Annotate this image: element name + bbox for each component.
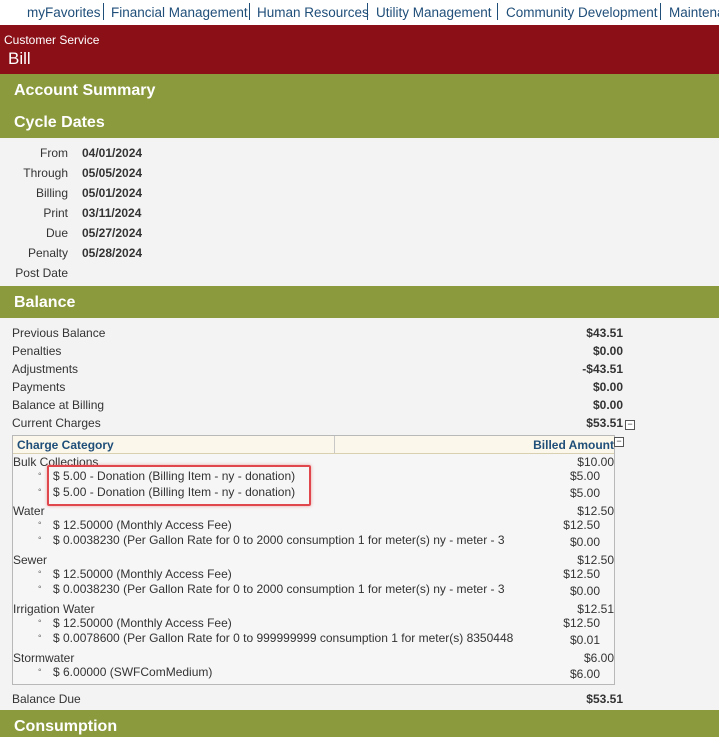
- cycle-from-label: From: [40, 146, 68, 160]
- section-title: Cycle Dates: [14, 114, 105, 131]
- section-cycle-dates[interactable]: Cycle Dates: [0, 106, 719, 138]
- adjustments-value: -$43.51: [582, 362, 623, 376]
- charges-table: Charge Category Billed Amount Bulk Colle…: [12, 435, 615, 685]
- charge-item-amount: $0.01: [569, 633, 600, 647]
- cycle-due-label: Due: [45, 226, 68, 240]
- current-charges-value: $53.51: [586, 416, 623, 430]
- charge-item-amount: $0.00: [569, 584, 600, 598]
- balance-at-billing-label: Balance at Billing: [12, 398, 105, 412]
- charge-item: $ 0.0038230 (Per Gallon Rate for 0 to 20…: [38, 582, 505, 596]
- penalties-value: $0.00: [592, 344, 623, 358]
- column-divider: [334, 436, 335, 453]
- section-balance[interactable]: Balance: [0, 286, 719, 318]
- cycle-penalty-value: 05/28/2024: [82, 246, 143, 260]
- charge-category-header[interactable]: Charge Category: [17, 438, 114, 452]
- charge-item-amount: $6.00: [569, 667, 600, 681]
- charge-item-amount: $5.00: [569, 486, 600, 500]
- payments-label: Payments: [12, 380, 66, 394]
- charge-item: $ 12.50000 (Monthly Access Fee): [38, 567, 232, 581]
- charge-item-amount: $12.50: [563, 616, 600, 630]
- charge-item: $ 0.0038230 (Per Gallon Rate for 0 to 20…: [38, 533, 505, 547]
- page-banner: Customer Service Bill: [0, 25, 719, 74]
- current-charges-label: Current Charges: [12, 416, 101, 430]
- category-amount: $12.51: [577, 602, 614, 616]
- section-title: Consumption: [14, 718, 118, 735]
- category-amount: $12.50: [577, 553, 614, 567]
- balance-due-label: Balance Due: [12, 692, 81, 706]
- balance-due-value: $53.51: [586, 692, 623, 706]
- nav-separator: [103, 3, 104, 20]
- nav-item-utility-management[interactable]: Utility Management: [376, 5, 492, 20]
- module-name: Customer Service: [4, 33, 100, 47]
- charge-item-amount: $0.00: [569, 535, 600, 549]
- nav-item-myfavorites[interactable]: myFavorites: [27, 5, 101, 20]
- page-title: Bill: [8, 49, 31, 68]
- cycle-billing-label: Billing: [35, 186, 68, 200]
- cycle-through-value: 05/05/2024: [82, 166, 143, 180]
- category-amount: $6.00: [583, 651, 614, 665]
- cycle-through-label: Through: [23, 166, 68, 180]
- collapse-current-charges-icon[interactable]: −: [625, 420, 635, 430]
- nav-item-financial-management[interactable]: Financial Management: [111, 5, 248, 20]
- nav-separator: [660, 3, 661, 20]
- payments-value: $0.00: [592, 380, 623, 394]
- adjustments-label: Adjustments: [12, 362, 79, 376]
- charge-item-amount: $5.00: [569, 469, 600, 483]
- cycle-from-value: 04/01/2024: [82, 146, 143, 160]
- cycle-penalty-label: Penalty: [27, 246, 68, 260]
- cycle-post-date-label: Post Date: [15, 266, 68, 280]
- annotation-highlight-box: [47, 465, 311, 506]
- charge-category-stormwater: Stormwater: [13, 651, 75, 665]
- nav-separator: [367, 3, 368, 20]
- nav-separator: [249, 3, 250, 20]
- charge-category-irrigation-water: Irrigation Water: [13, 602, 95, 616]
- charge-item: $ 6.00000 (SWFComMedium): [38, 665, 212, 679]
- nav-item-maintenance[interactable]: Maintena: [669, 5, 719, 20]
- previous-balance-value: $43.51: [586, 326, 623, 340]
- cycle-print-value: 03/11/2024: [82, 206, 142, 220]
- balance-at-billing-value: $0.00: [592, 398, 623, 412]
- cycle-due-value: 05/27/2024: [82, 226, 143, 240]
- category-amount: $10.00: [577, 455, 614, 469]
- nav-separator: [497, 3, 498, 20]
- previous-balance-label: Previous Balance: [12, 326, 106, 340]
- cycle-dates-panel: From 04/01/2024 Through 05/05/2024 Billi…: [0, 138, 719, 286]
- nav-item-community-development[interactable]: Community Development: [506, 5, 658, 20]
- section-consumption[interactable]: Consumption: [0, 710, 719, 737]
- billed-amount-header[interactable]: Billed Amount: [533, 438, 614, 452]
- charge-item-amount: $12.50: [563, 567, 600, 581]
- category-amount: $12.50: [577, 504, 614, 518]
- section-title: Balance: [14, 294, 76, 311]
- penalties-label: Penalties: [12, 344, 62, 358]
- charge-item: $ 12.50000 (Monthly Access Fee): [38, 518, 232, 532]
- charge-category-sewer: Sewer: [13, 553, 48, 567]
- charge-item: $ 0.0078600 (Per Gallon Rate for 0 to 99…: [38, 631, 513, 645]
- section-account-summary[interactable]: Account Summary: [0, 74, 719, 106]
- top-nav: myFavorites Financial Management Human R…: [0, 0, 719, 25]
- section-title: Account Summary: [14, 82, 156, 99]
- charges-table-header: Charge Category Billed Amount: [13, 436, 614, 454]
- charge-category-water: Water: [13, 504, 45, 518]
- charge-item-amount: $12.50: [563, 518, 600, 532]
- charge-item: $ 12.50000 (Monthly Access Fee): [38, 616, 232, 630]
- cycle-print-label: Print: [43, 206, 68, 220]
- collapse-charges-icon[interactable]: −: [614, 437, 624, 447]
- cycle-billing-value: 05/01/2024: [82, 186, 143, 200]
- nav-item-human-resources[interactable]: Human Resources: [257, 5, 369, 20]
